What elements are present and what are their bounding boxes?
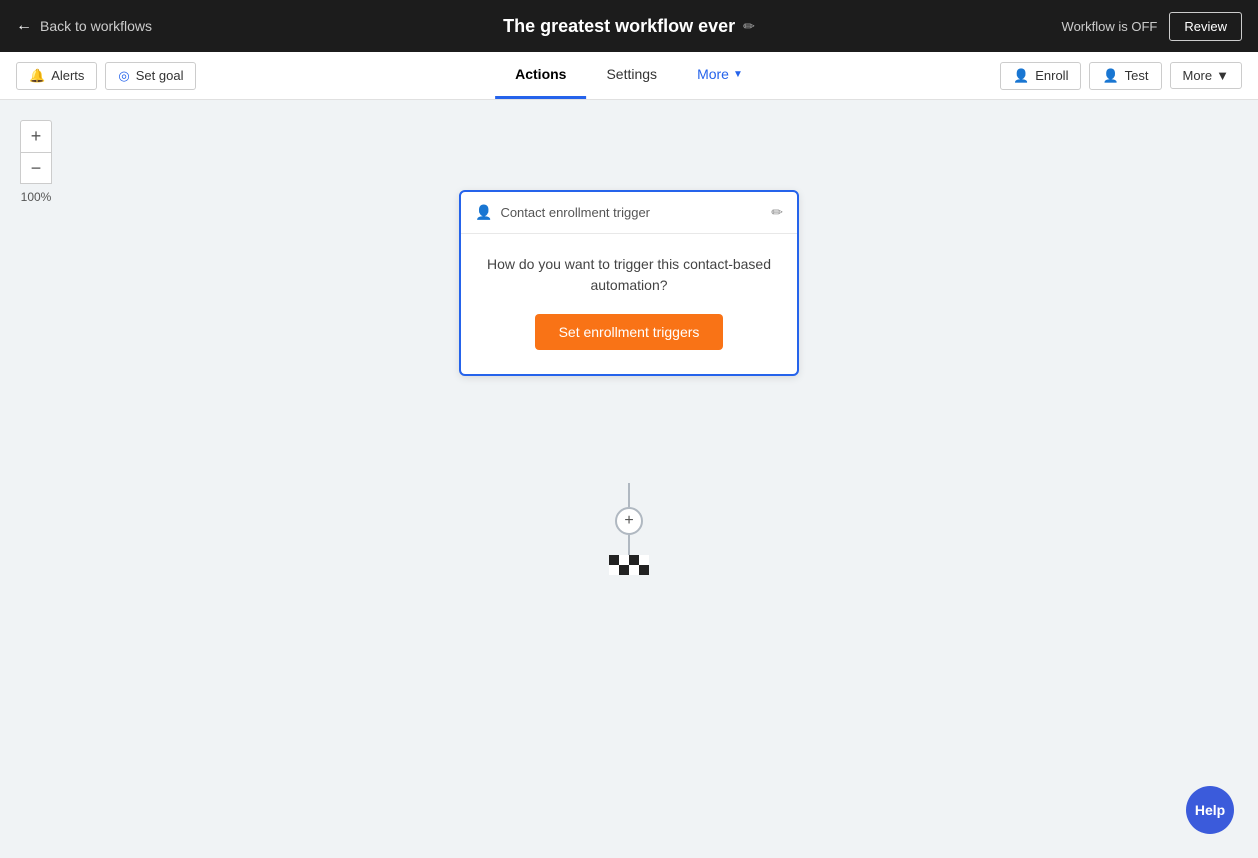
trigger-card-edit-icon[interactable]: ✏ bbox=[771, 204, 783, 221]
tab-actions[interactable]: Actions bbox=[495, 52, 586, 99]
alerts-icon: 🔔 bbox=[29, 68, 45, 84]
secondary-nav: 🔔 Alerts ◎ Set goal Actions Settings Mor… bbox=[0, 52, 1258, 100]
flag-cell bbox=[629, 565, 639, 575]
edit-title-icon[interactable]: ✏ bbox=[743, 18, 755, 35]
workflow-title-area: The greatest workflow ever ✏ bbox=[503, 16, 755, 37]
zoom-level: 100% bbox=[20, 190, 52, 204]
flag-cell bbox=[639, 555, 649, 565]
flag-cell bbox=[619, 555, 629, 565]
workflow-title: The greatest workflow ever bbox=[503, 16, 735, 37]
test-icon: 👤 bbox=[1102, 68, 1118, 84]
zoom-out-button[interactable]: − bbox=[20, 152, 52, 184]
test-label: Test bbox=[1125, 68, 1149, 83]
connector-area: + bbox=[615, 483, 643, 555]
tab-more-label: More bbox=[697, 66, 729, 82]
flag-cell bbox=[629, 555, 639, 565]
set-goal-button[interactable]: ◎ Set goal bbox=[105, 62, 196, 90]
test-button[interactable]: 👤 Test bbox=[1089, 62, 1161, 90]
trigger-card-body: How do you want to trigger this contact-… bbox=[461, 234, 797, 374]
zoom-in-button[interactable]: + bbox=[20, 120, 52, 152]
connector-line-top bbox=[628, 483, 630, 507]
flag-cell bbox=[609, 565, 619, 575]
trigger-card-header: 👤 Contact enrollment trigger ✏ bbox=[461, 192, 797, 234]
set-enrollment-triggers-button[interactable]: Set enrollment triggers bbox=[535, 314, 724, 350]
trigger-card-header-left: 👤 Contact enrollment trigger bbox=[475, 204, 650, 221]
trigger-card: 👤 Contact enrollment trigger ✏ How do yo… bbox=[459, 190, 799, 376]
flag-cell bbox=[639, 565, 649, 575]
workflow-canvas: + − 100% 👤 Contact enrollment trigger ✏ … bbox=[0, 100, 1258, 858]
tabs-area: Actions Settings More ▼ bbox=[495, 52, 763, 99]
more-button-right[interactable]: More ▼ bbox=[1170, 62, 1243, 89]
enroll-button[interactable]: 👤 Enroll bbox=[1000, 62, 1081, 90]
tab-actions-label: Actions bbox=[515, 66, 566, 82]
set-goal-label: Set goal bbox=[136, 68, 184, 83]
flag-cell bbox=[609, 555, 619, 565]
workflow-status: Workflow is OFF bbox=[1062, 19, 1158, 34]
tab-more-arrow-icon: ▼ bbox=[733, 69, 743, 80]
back-label: Back to workflows bbox=[40, 18, 152, 34]
secondary-nav-left: 🔔 Alerts ◎ Set goal bbox=[16, 62, 196, 90]
end-flag bbox=[609, 555, 649, 575]
more-right-arrow-icon: ▼ bbox=[1216, 68, 1229, 83]
alerts-button[interactable]: 🔔 Alerts bbox=[16, 62, 97, 90]
tab-more[interactable]: More ▼ bbox=[677, 52, 763, 99]
tab-settings[interactable]: Settings bbox=[586, 52, 677, 99]
person-icon: 👤 bbox=[475, 204, 492, 221]
trigger-card-body-text: How do you want to trigger this contact-… bbox=[481, 254, 777, 296]
back-to-workflows-link[interactable]: ← Back to workflows bbox=[16, 17, 152, 35]
trigger-card-header-label: Contact enrollment trigger bbox=[500, 205, 650, 220]
zoom-controls: + − 100% bbox=[20, 120, 52, 204]
top-nav: ← Back to workflows The greatest workflo… bbox=[0, 0, 1258, 52]
enroll-label: Enroll bbox=[1035, 68, 1068, 83]
connector-line-bottom bbox=[628, 535, 630, 555]
secondary-nav-right: 👤 Enroll 👤 Test More ▼ bbox=[1000, 62, 1242, 90]
top-nav-right: Workflow is OFF Review bbox=[1062, 12, 1242, 41]
back-arrow-icon: ← bbox=[16, 17, 32, 35]
help-button[interactable]: Help bbox=[1186, 786, 1234, 834]
tab-settings-label: Settings bbox=[606, 66, 657, 82]
add-node-button[interactable]: + bbox=[615, 507, 643, 535]
review-button[interactable]: Review bbox=[1169, 12, 1242, 41]
flag-cell bbox=[619, 565, 629, 575]
more-right-label: More bbox=[1183, 68, 1213, 83]
alerts-label: Alerts bbox=[51, 68, 84, 83]
enroll-icon: 👤 bbox=[1013, 68, 1029, 84]
goal-icon: ◎ bbox=[118, 68, 129, 84]
